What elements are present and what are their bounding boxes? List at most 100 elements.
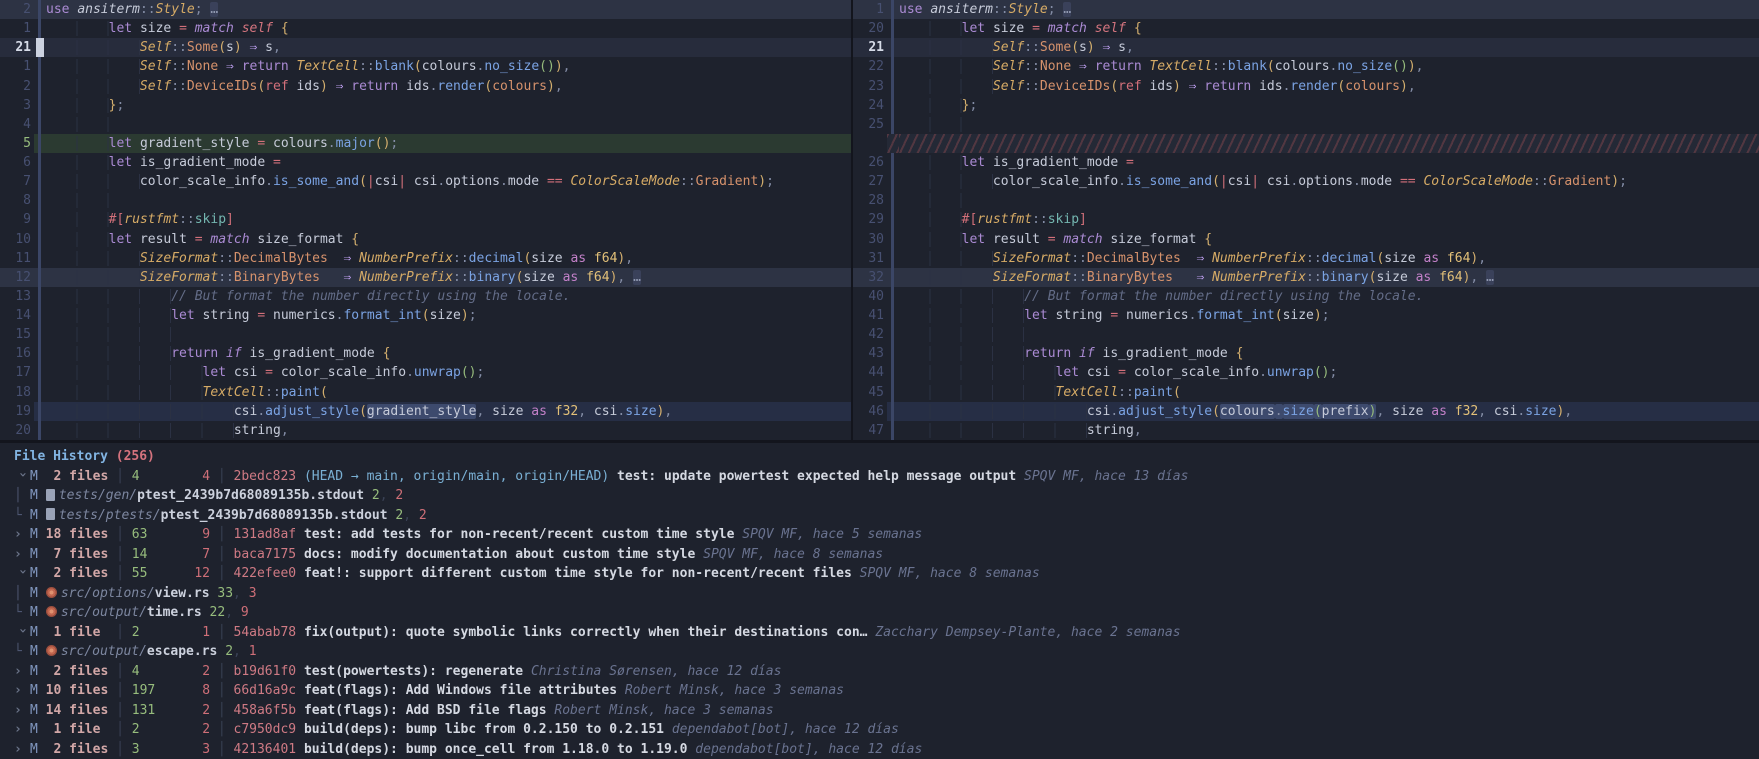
- code-line[interactable]: 46 csi.adjust_style(colours.size(prefix)…: [853, 402, 1759, 421]
- code-line[interactable]: 12 SizeFormat::BinaryBytes ⇒ NumberPrefi…: [0, 268, 851, 287]
- token: as: [1431, 404, 1454, 419]
- code-line[interactable]: 47 string,: [853, 421, 1759, 440]
- code-line[interactable]: 2use ansiterm::Style; …: [0, 0, 851, 19]
- code-line[interactable]: 17 let csi = color_scale_info.unwrap();: [0, 363, 851, 382]
- diff-pane-right[interactable]: 1use ansiterm::Style; …20 let size = mat…: [853, 0, 1759, 440]
- commit-row[interactable]: ›M 1 file │ 22 │ c7950dc9 build(deps): b…: [0, 720, 1759, 740]
- code-line[interactable]: 10 let result = match size_format {: [0, 230, 851, 249]
- code-text: csi.adjust_style(colours.size(prefix), s…: [899, 402, 1759, 421]
- commit-row[interactable]: ›M 2 files │ 5512 │ 422efee0 feat!: supp…: [0, 564, 1759, 584]
- commit-message: docs: modify documentation about custom …: [304, 547, 703, 562]
- commit-row[interactable]: ›M 10 files │ 1978 │ 66d16a9c feat(flags…: [0, 681, 1759, 701]
- commit-row[interactable]: ›M 2 files │ 42 │ b19d61f0 test(powertes…: [0, 662, 1759, 682]
- chevron-right-icon[interactable]: ›: [14, 720, 30, 740]
- code-line[interactable]: 42: [853, 325, 1759, 344]
- code-line[interactable]: 3 };: [0, 96, 851, 115]
- commit-row[interactable]: ›M 18 files │ 639 │ 131ad8af test: add t…: [0, 525, 1759, 545]
- chevron-right-icon[interactable]: ›: [14, 662, 30, 682]
- code-line[interactable]: 20 let size = match self {: [853, 19, 1759, 38]
- code-line[interactable]: 31 SizeFormat::DecimalBytes ⇒ NumberPref…: [853, 249, 1759, 268]
- token: .: [1118, 174, 1126, 189]
- commit-row[interactable]: ›M 14 files │ 1312 │ 458a6f5b feat(flags…: [0, 701, 1759, 721]
- token: (: [1212, 404, 1220, 419]
- chevron-down-icon[interactable]: ›: [12, 626, 32, 642]
- commit-file-row[interactable]: │Mtests/gen/ptest_2439b7d68089135b.stdou…: [0, 486, 1759, 506]
- code-line[interactable]: 45 TextCell::paint(: [853, 383, 1759, 402]
- code-line[interactable]: 14 let string = numerics.format_int(size…: [0, 306, 851, 325]
- code-line[interactable]: 7 color_scale_info.is_some_and(|csi| csi…: [0, 172, 851, 191]
- commit-status: M: [30, 703, 46, 718]
- code-line[interactable]: 16 return if is_gradient_mode {: [0, 344, 851, 363]
- code-line[interactable]: 19 csi.adjust_style(gradient_style, size…: [0, 402, 851, 421]
- commit-message: test(powertests): regenerate: [304, 664, 531, 679]
- code-line[interactable]: 44 let csi = color_scale_info.unwrap();: [853, 363, 1759, 382]
- change-sign-bar: [887, 344, 899, 363]
- code-line[interactable]: 20 string,: [0, 421, 851, 440]
- code-line[interactable]: 23 Self::DeviceIDs(ref ids) ⇒ return ids…: [853, 77, 1759, 96]
- code-line[interactable]: 6 let is_gradient_mode =: [0, 153, 851, 172]
- code-line[interactable]: 41 let string = numerics.format_int(size…: [853, 306, 1759, 325]
- chevron-right-icon[interactable]: ›: [14, 681, 30, 701]
- commit-row[interactable]: ›M 7 files │ 147 │ baca7175 docs: modify…: [0, 545, 1759, 565]
- line-number: 32: [853, 268, 887, 287]
- commit-file-row[interactable]: └Msrc/output/time.rs 22, 9: [0, 603, 1759, 623]
- commit-file-row[interactable]: │Msrc/options/view.rs 33, 3: [0, 584, 1759, 604]
- code-line[interactable]: 9 #[rustfmt::skip]: [0, 210, 851, 229]
- change-sign-bar: [887, 0, 899, 19]
- commit-file-row[interactable]: └Msrc/output/escape.rs 2, 1: [0, 642, 1759, 662]
- commit-row[interactable]: ›M 2 files │ 44 │ 2bedc823 (HEAD → main,…: [0, 467, 1759, 487]
- code-line[interactable]: 2 Self::DeviceIDs(ref ids) ⇒ return ids.…: [0, 77, 851, 96]
- code-line[interactable]: 21 Self::Some(s) ⇒ s,: [0, 38, 851, 57]
- diff-pane-left[interactable]: 2use ansiterm::Style; …1 let size = matc…: [0, 0, 853, 440]
- code-line[interactable]: 21 Self::Some(s) ⇒ s,: [853, 38, 1759, 57]
- line-number: 1: [0, 57, 34, 76]
- diff-filler-row[interactable]: [853, 134, 1759, 153]
- code-line[interactable]: 15: [0, 325, 851, 344]
- code-line[interactable]: 28: [853, 191, 1759, 210]
- code-line[interactable]: 40 // But format the number directly usi…: [853, 287, 1759, 306]
- change-sign-bar: [34, 134, 46, 153]
- code-line[interactable]: 8: [0, 191, 851, 210]
- token: ,: [1134, 423, 1142, 438]
- token: ,: [1126, 40, 1134, 55]
- change-sign-bar: [34, 153, 46, 172]
- token: ids: [406, 79, 429, 94]
- code-line[interactable]: 1 Self::None ⇒ return TextCell::blank(co…: [0, 57, 851, 76]
- code-line[interactable]: 13 // But format the number directly usi…: [0, 287, 851, 306]
- code-line[interactable]: 5 let gradient_style = colours.major();: [0, 134, 851, 153]
- file-directory: src/output/: [61, 644, 147, 659]
- token: mode: [1361, 174, 1400, 189]
- code-line[interactable]: 32 SizeFormat::BinaryBytes ⇒ NumberPrefi…: [853, 268, 1759, 287]
- chevron-down-icon[interactable]: ›: [12, 568, 32, 584]
- token: ::: [171, 59, 187, 74]
- token: ): [1173, 79, 1189, 94]
- code-line[interactable]: 4: [0, 115, 851, 134]
- line-number: 16: [0, 344, 34, 363]
- code-line[interactable]: 25: [853, 115, 1759, 134]
- chevron-right-icon[interactable]: ›: [14, 525, 30, 545]
- commit-row[interactable]: ›M 2 files │ 33 │ 42136401 build(deps): …: [0, 740, 1759, 759]
- code-line[interactable]: 29 #[rustfmt::skip]: [853, 210, 1759, 229]
- change-sign-bar: [34, 19, 46, 38]
- token: ::: [1071, 270, 1087, 285]
- token: #[: [109, 212, 125, 227]
- token: [1173, 270, 1196, 285]
- code-line[interactable]: 18 TextCell::paint(: [0, 383, 851, 402]
- commit-row[interactable]: ›M 1 file │ 21 │ 54abab78 fix(output): q…: [0, 623, 1759, 643]
- indent-guides: [899, 59, 993, 74]
- code-line[interactable]: 22 Self::None ⇒ return TextCell::blank(c…: [853, 57, 1759, 76]
- chevron-right-icon[interactable]: ›: [14, 545, 30, 565]
- chevron-right-icon[interactable]: ›: [14, 740, 30, 759]
- code-line[interactable]: 43 return if is_gradient_mode {: [853, 344, 1759, 363]
- code-line[interactable]: 27 color_scale_info.is_some_and(|csi| cs…: [853, 172, 1759, 191]
- code-line[interactable]: 26 let is_gradient_mode =: [853, 153, 1759, 172]
- change-sign-bar: [887, 172, 899, 191]
- code-line[interactable]: 24 };: [853, 96, 1759, 115]
- chevron-right-icon[interactable]: ›: [14, 701, 30, 721]
- chevron-down-icon[interactable]: ›: [12, 470, 32, 486]
- code-line[interactable]: 1 let size = match self {: [0, 19, 851, 38]
- code-line[interactable]: 30 let result = match size_format {: [853, 230, 1759, 249]
- commit-file-row[interactable]: └Mtests/ptests/ptest_2439b7d68089135b.st…: [0, 506, 1759, 526]
- code-line[interactable]: 11 SizeFormat::DecimalBytes ⇒ NumberPref…: [0, 249, 851, 268]
- code-line[interactable]: 1use ansiterm::Style; …: [853, 0, 1759, 19]
